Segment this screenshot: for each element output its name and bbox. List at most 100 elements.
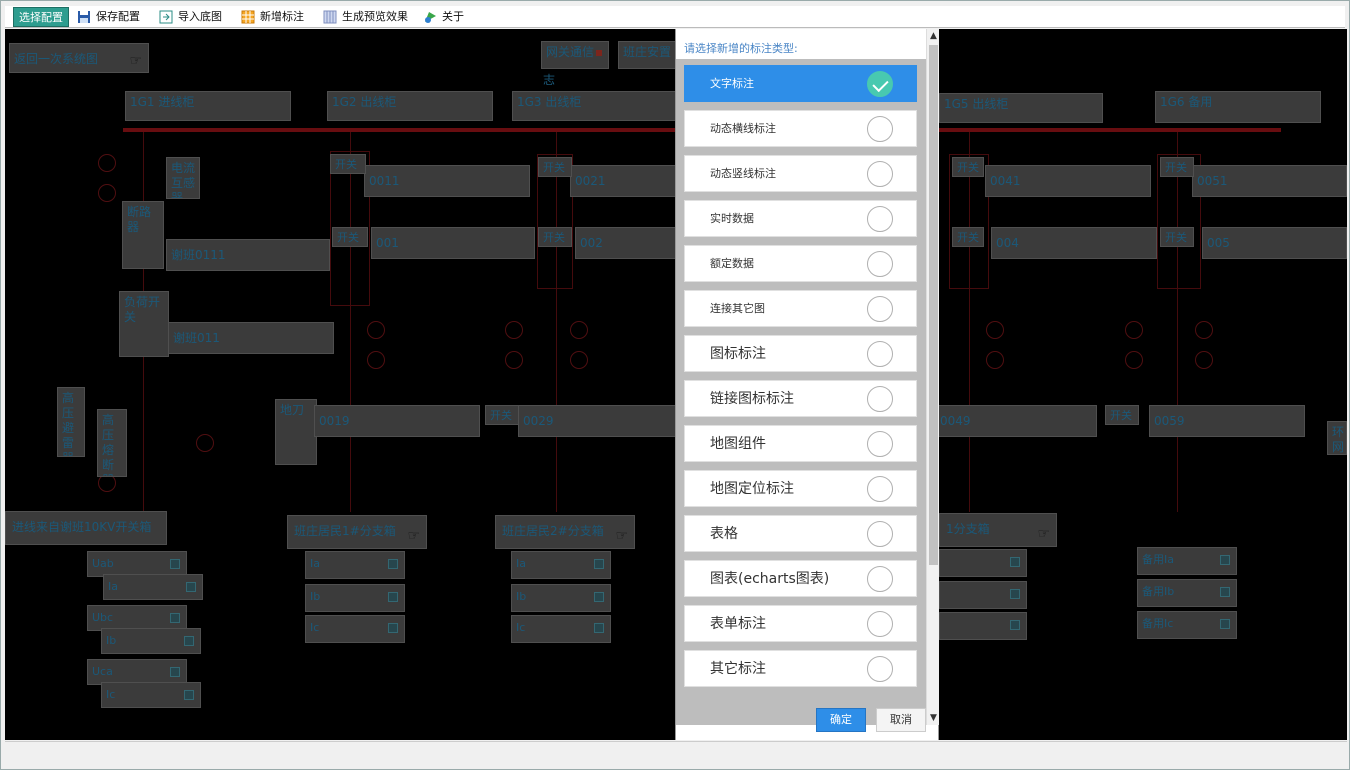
option-label: 动态横线标注 [710, 122, 776, 135]
select-config-tab[interactable]: 选择配置 [13, 7, 69, 27]
option-link-other-diagram[interactable]: 连接其它图 [684, 290, 917, 327]
branch-box-1-link[interactable]: 班庄居民1#分支箱 ☞ [287, 515, 427, 549]
option-dynamic-vline[interactable]: 动态竖线标注 [684, 155, 917, 192]
import-base-map-button[interactable]: 导入底图 [159, 8, 222, 26]
pointer-hand-icon: ☞ [1037, 526, 1050, 542]
value-ib-1: Ib [305, 584, 405, 612]
switch-label: 开关 [952, 227, 984, 247]
confirm-button[interactable]: 确定 [816, 708, 866, 732]
branch-box-2-label: 班庄居民2#分支箱 [502, 524, 604, 538]
import-icon [159, 10, 173, 24]
value-box [939, 549, 1027, 577]
option-label: 表格 [710, 526, 738, 542]
scroll-down-icon[interactable]: ▼ [927, 711, 940, 725]
value-label: 备用Ic [1142, 617, 1174, 630]
gateway-label: 网关通信 [546, 45, 595, 59]
value-label: Ib [310, 590, 321, 603]
check-circle-icon [867, 71, 893, 97]
add-annotation-button[interactable]: 新增标注 [241, 8, 304, 26]
value-square-icon [170, 613, 180, 623]
station-label: 班庄安置 [618, 41, 680, 69]
radio-circle-icon [867, 296, 893, 322]
radio-circle-icon [867, 521, 893, 547]
radio-circle-icon [867, 206, 893, 232]
value-label: Ia [310, 557, 320, 570]
radio-circle-icon [867, 656, 893, 682]
ring-network-label: 环网 [1327, 421, 1347, 455]
branch-box-4-label: 1分支箱 [946, 522, 990, 536]
xieban0111-label: 谢班0111 [166, 239, 330, 271]
ct-symbol [1125, 351, 1143, 369]
option-label: 额定数据 [710, 257, 754, 270]
branch-box-2-link[interactable]: 班庄居民2#分支箱 ☞ [495, 515, 635, 549]
value-square-icon [1010, 620, 1020, 630]
option-echarts-chart[interactable]: 图表(echarts图表) [684, 560, 917, 597]
generate-preview-button[interactable]: 生成预览效果 [323, 8, 408, 26]
option-icon-annotation[interactable]: 图标标注 [684, 335, 917, 372]
option-label: 图标标注 [710, 346, 766, 362]
value-spare-ia: 备用Ia [1137, 547, 1237, 575]
value-label: Ib [516, 590, 527, 603]
switch-label: 开关 [332, 227, 368, 247]
value-label: Ia [516, 557, 526, 570]
value-square-icon [594, 559, 604, 569]
annotation-type-list: 文字标注 动态横线标注 动态竖线标注 实时数据 额定数据 连接其它图 图标标注 … [676, 59, 926, 725]
option-link-icon-annotation[interactable]: 链接图标标注 [684, 380, 917, 417]
option-label: 其它标注 [710, 661, 766, 677]
fuse-symbol [196, 434, 214, 452]
option-map-location[interactable]: 地图定位标注 [684, 470, 917, 507]
import-base-map-label: 导入底图 [178, 10, 222, 23]
incoming-box-text: 进线来自谢班10KV开关箱 [12, 520, 152, 534]
hv-arrester-label: 高压避雷器 [57, 387, 85, 457]
dialog-scrollbar[interactable]: ▲ ▼ [926, 29, 939, 725]
value-square-icon [170, 667, 180, 677]
code-0021: 0021 [570, 165, 680, 197]
ct-symbol [367, 351, 385, 369]
option-dynamic-hline[interactable]: 动态横线标注 [684, 110, 917, 147]
cabinet-1g6: 1G6 备用 [1155, 91, 1321, 123]
option-rated-data[interactable]: 额定数据 [684, 245, 917, 282]
scrollbar-thumb[interactable] [929, 45, 938, 565]
value-box [939, 581, 1027, 609]
back-to-system-diagram-link[interactable]: 返回一次系统图 ☞ [9, 43, 149, 73]
save-config-button[interactable]: 保存配置 [77, 8, 140, 26]
option-realtime-data[interactable]: 实时数据 [684, 200, 917, 237]
radio-circle-icon [867, 161, 893, 187]
value-square-icon [1220, 619, 1230, 629]
option-table[interactable]: 表格 [684, 515, 917, 552]
ct-symbol [570, 351, 588, 369]
branch-box-4-link[interactable]: 1分支箱 ☞ [939, 513, 1057, 547]
option-form-annotation[interactable]: 表单标注 [684, 605, 917, 642]
radio-circle-icon [867, 251, 893, 277]
value-square-icon [388, 592, 398, 602]
scroll-up-icon[interactable]: ▲ [927, 29, 940, 43]
value-label: 备用Ib [1142, 585, 1175, 598]
value-label: Ic [516, 621, 526, 634]
value-square-icon [388, 559, 398, 569]
value-square-icon [1220, 587, 1230, 597]
value-ic: Ic [101, 682, 201, 708]
value-square-icon [1220, 555, 1230, 565]
option-label: 地图定位标注 [710, 481, 794, 497]
value-square-icon [184, 690, 194, 700]
value-label: 备用Ia [1142, 553, 1174, 566]
switch-label: 开关 [485, 405, 521, 425]
option-text-annotation[interactable]: 文字标注 [684, 65, 917, 102]
radio-circle-icon [867, 611, 893, 637]
value-ib: Ib [101, 628, 201, 654]
option-label: 实时数据 [710, 212, 754, 225]
about-button[interactable]: 关于 [423, 8, 464, 26]
option-map-component[interactable]: 地图组件 [684, 425, 917, 462]
code-0059: 0059 [1149, 405, 1305, 437]
ct-symbol [1125, 321, 1143, 339]
hv-fuse-label: 高压熔断器 [97, 409, 127, 477]
code-0011: 0011 [364, 165, 530, 197]
gateway-status: 网关通信 [541, 41, 609, 69]
value-spare-ib: 备用Ib [1137, 579, 1237, 607]
code-0051: 0051 [1192, 165, 1347, 197]
app-window: 选择配置 保存配置 导入底图 新增标注 生成预览效果 关于 返回一次系统图 ☞ … [0, 0, 1350, 770]
option-other-annotation[interactable]: 其它标注 [684, 650, 917, 687]
radio-circle-icon [867, 431, 893, 457]
cancel-button[interactable]: 取消 [876, 708, 926, 732]
value-ib-2: Ib [511, 584, 611, 612]
